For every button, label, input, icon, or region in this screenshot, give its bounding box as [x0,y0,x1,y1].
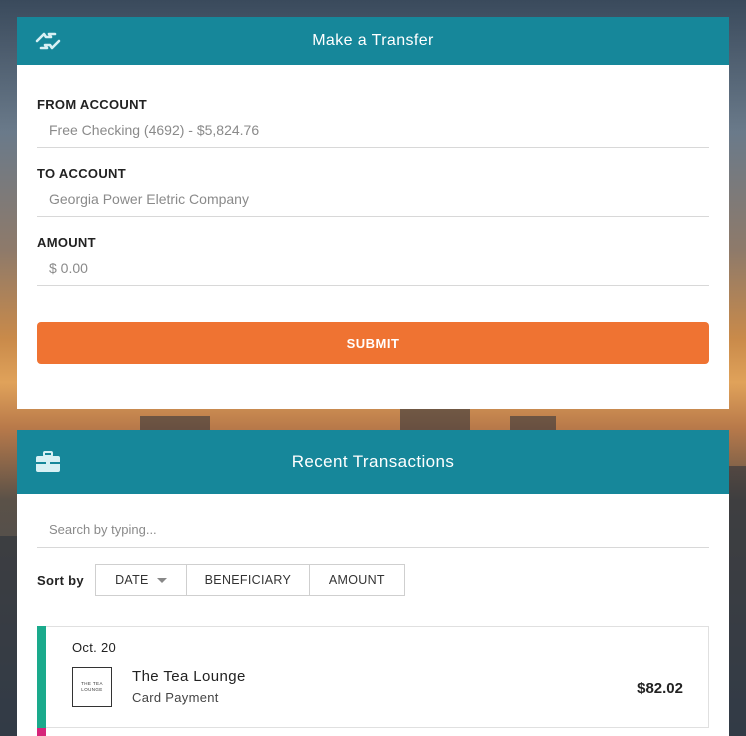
briefcase-icon [35,451,61,473]
transactions-card: Recent Transactions Search by typing... … [17,430,729,736]
transaction-merchant: The Tea Lounge [132,668,246,685]
sort-beneficiary-label: BENEFICIARY [204,573,292,587]
amount-input[interactable]: $ 0.00 [37,250,709,286]
sort-date-button[interactable]: DATE [94,564,187,596]
transaction-accent [37,626,46,728]
sort-date-label: DATE [115,573,149,587]
transfer-title: Make a Transfer [312,32,434,49]
search-input[interactable]: Search by typing... [37,516,709,548]
to-account-select[interactable]: Georgia Power Eletric Company [37,181,709,217]
transfer-card: Make a Transfer FROM ACCOUNT Free Checki… [17,17,729,409]
sort-beneficiary-button[interactable]: BENEFICIARY [185,564,310,596]
from-account-select[interactable]: Free Checking (4692) - $5,824.76 [37,112,709,148]
next-transaction-accent [37,728,46,736]
submit-button[interactable]: SUBMIT [37,322,709,364]
merchant-logo-text: THE TEA LOUNGE [81,681,103,692]
merchant-logo: THE TEA LOUNGE [72,667,112,707]
from-account-label: FROM ACCOUNT [37,97,147,112]
sort-label: Sort by [37,572,84,588]
transaction-date: Oct. 20 [72,640,117,655]
sort-amount-label: AMOUNT [328,573,385,587]
transaction-amount: $82.02 [637,680,683,697]
transactions-title: Recent Transactions [291,452,455,471]
transaction-item[interactable]: Oct. 20 THE TEA LOUNGE The Tea Lounge Ca… [37,626,709,728]
to-account-label: TO ACCOUNT [37,166,126,181]
chevron-down-icon [156,577,167,583]
transfer-header: Make a Transfer [17,17,729,65]
transaction-type: Card Payment [132,690,219,705]
sort-amount-button[interactable]: AMOUNT [308,564,405,596]
transfer-arrows-icon [35,31,61,51]
sort-bar: Sort by DATE BENEFICIARY AMOUNT [17,548,729,596]
amount-label: AMOUNT [37,235,96,250]
transactions-header: Recent Transactions [17,430,729,494]
